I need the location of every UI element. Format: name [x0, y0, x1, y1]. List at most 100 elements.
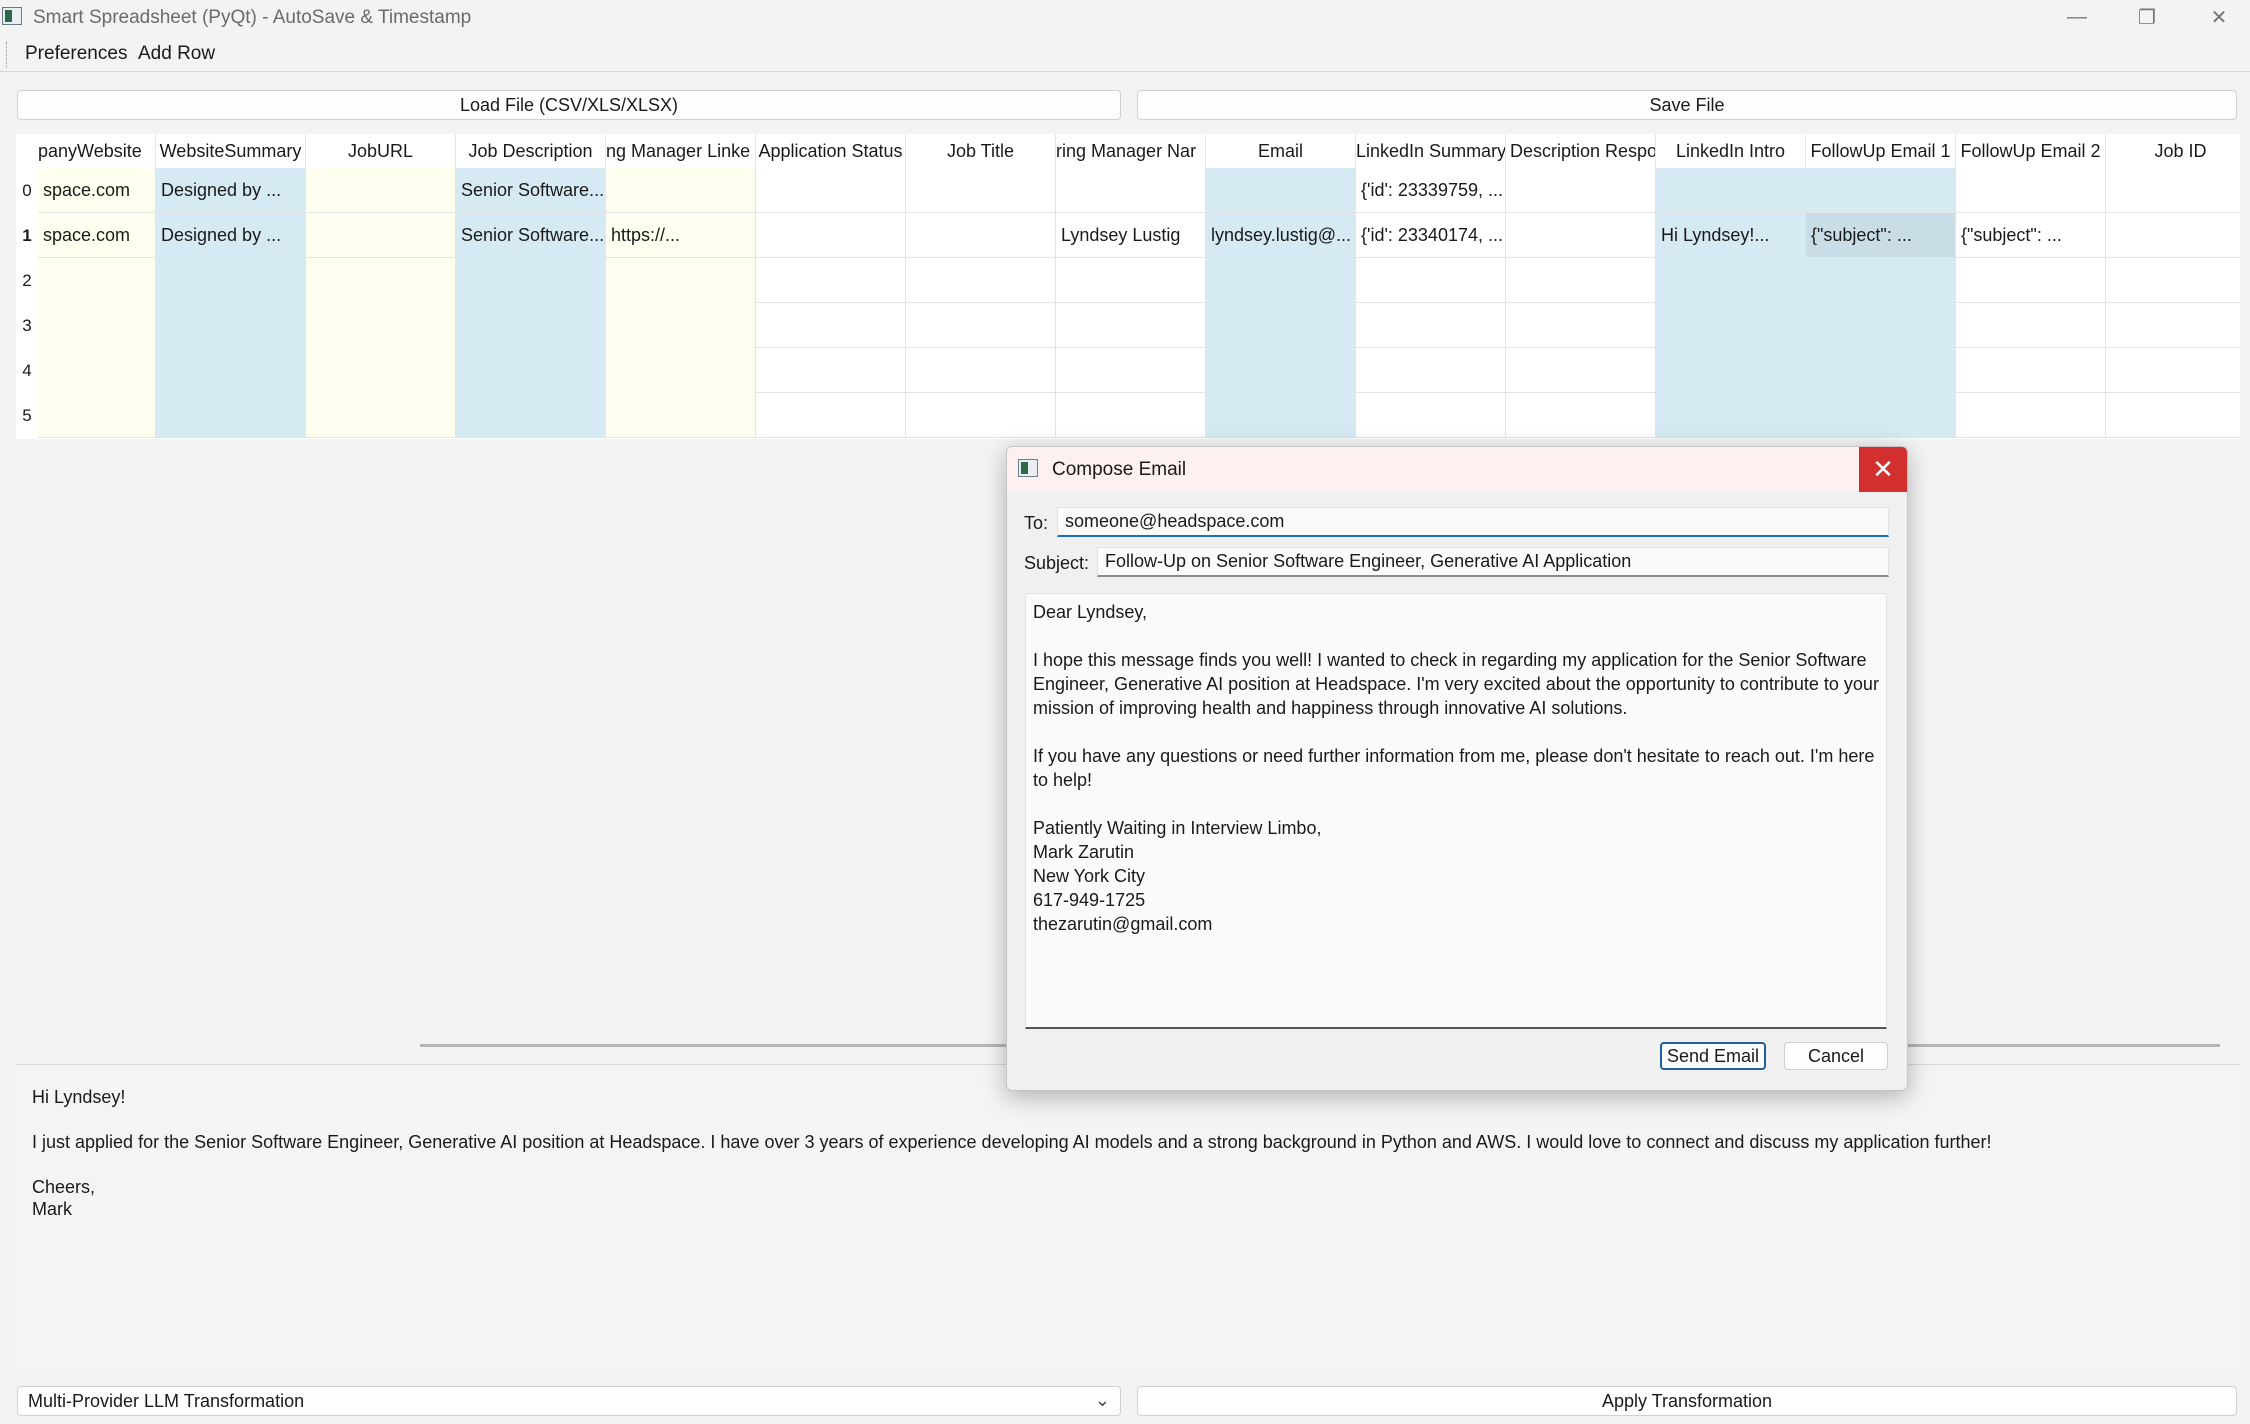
menu-preferences[interactable]: Preferences — [25, 43, 127, 65]
table-cell[interactable] — [756, 168, 906, 213]
table-cell[interactable] — [1806, 168, 1956, 213]
table-cell[interactable] — [1056, 168, 1206, 213]
empty-cell[interactable] — [2106, 393, 2240, 438]
empty-cell[interactable] — [1056, 393, 1206, 438]
empty-cells[interactable] — [306, 258, 456, 438]
table-cell[interactable] — [2106, 168, 2240, 213]
column-header[interactable]: panyWebsite — [38, 134, 156, 168]
apply-transformation-button[interactable]: Apply Transformation — [1137, 1386, 2237, 1416]
column-header[interactable]: Job ID — [2106, 134, 2240, 168]
empty-cells[interactable] — [456, 258, 606, 438]
close-icon[interactable]: ✕ — [1859, 447, 1907, 492]
row-header[interactable]: 3 — [16, 303, 38, 348]
empty-cell[interactable] — [1356, 258, 1506, 303]
row-header[interactable]: 2 — [16, 258, 38, 303]
table-cell[interactable] — [306, 213, 456, 258]
email-body-textarea[interactable]: Dear Lyndsey, I hope this message finds … — [1025, 593, 1887, 1029]
empty-cell[interactable] — [1056, 348, 1206, 393]
restore-icon[interactable]: ❐ — [2112, 0, 2182, 34]
table-cell[interactable]: space.com — [38, 168, 156, 213]
table-cell[interactable]: lyndsey.lustig@... — [1206, 213, 1356, 258]
column-header[interactable]: LinkedIn Summary — [1356, 134, 1506, 168]
table-cell[interactable] — [1656, 168, 1806, 213]
empty-cell[interactable] — [906, 303, 1056, 348]
table-cell[interactable] — [1506, 168, 1656, 213]
table-cell[interactable] — [906, 213, 1056, 258]
empty-cell[interactable] — [1956, 258, 2106, 303]
empty-cell[interactable] — [2106, 258, 2240, 303]
empty-cell[interactable] — [906, 348, 1056, 393]
to-field[interactable]: someone@headspace.com — [1057, 507, 1889, 537]
spreadsheet-table[interactable]: panyWebsite WebsiteSummary JobURL Job De… — [16, 134, 2240, 439]
table-cell[interactable] — [756, 213, 906, 258]
table-cell[interactable]: {'id': 23339759, ... — [1356, 168, 1506, 213]
empty-cell[interactable] — [1956, 348, 2106, 393]
column-header[interactable]: Application Status — [756, 134, 906, 168]
menu-add-row[interactable]: Add Row — [138, 43, 215, 65]
empty-cell[interactable] — [1356, 348, 1506, 393]
close-window-icon[interactable]: ✕ — [2184, 0, 2250, 34]
empty-cell[interactable] — [2106, 303, 2240, 348]
row-header[interactable]: 0 — [16, 168, 38, 213]
empty-cell[interactable] — [756, 303, 906, 348]
empty-cells[interactable] — [156, 258, 306, 438]
empty-cell[interactable] — [1956, 393, 2106, 438]
empty-cell[interactable] — [2106, 348, 2240, 393]
table-cell[interactable]: space.com — [38, 213, 156, 258]
empty-cell[interactable] — [756, 348, 906, 393]
empty-cell[interactable] — [1506, 393, 1656, 438]
empty-cell[interactable] — [1356, 393, 1506, 438]
empty-cell[interactable] — [756, 258, 906, 303]
column-header[interactable]: ring Manager Nar — [1056, 134, 1206, 168]
table-cell[interactable] — [1206, 168, 1356, 213]
table-cell[interactable] — [306, 168, 456, 213]
empty-cell[interactable] — [906, 258, 1056, 303]
column-header[interactable]: ng Manager Linke — [606, 134, 756, 168]
table-cell[interactable]: Designed by ... — [156, 213, 306, 258]
table-cell[interactable]: Senior Software... — [456, 168, 606, 213]
table-cell[interactable]: {"subject": ... — [1956, 213, 2106, 258]
table-cell[interactable]: Designed by ... — [156, 168, 306, 213]
transformation-select[interactable]: Multi-Provider LLM Transformation ⌄ — [17, 1386, 1121, 1416]
column-header[interactable]: FollowUp Email 2 — [1956, 134, 2106, 168]
empty-cell[interactable] — [1506, 348, 1656, 393]
send-email-button[interactable]: Send Email — [1660, 1042, 1766, 1070]
empty-cell[interactable] — [906, 393, 1056, 438]
table-cell[interactable] — [1956, 168, 2106, 213]
row-header[interactable]: 4 — [16, 348, 38, 393]
column-header[interactable]: WebsiteSummary — [156, 134, 306, 168]
column-header[interactable]: JobURL — [306, 134, 456, 168]
column-header[interactable]: Email — [1206, 134, 1356, 168]
empty-cells[interactable] — [1206, 258, 1356, 438]
table-cell[interactable]: Lyndsey Lustig — [1056, 213, 1206, 258]
minimize-icon[interactable]: — — [2042, 0, 2112, 34]
cell-preview-pane[interactable]: Hi Lyndsey! I just applied for the Senio… — [16, 1068, 2240, 1373]
table-cell-selected[interactable]: {"subject": ... — [1806, 213, 1956, 258]
table-cell[interactable]: {'id': 23340174, ... — [1356, 213, 1506, 258]
cancel-button[interactable]: Cancel — [1784, 1042, 1888, 1070]
empty-cells[interactable] — [1806, 258, 1956, 438]
empty-cell[interactable] — [1056, 258, 1206, 303]
table-cell[interactable]: https://... — [606, 213, 756, 258]
empty-cell[interactable] — [1506, 258, 1656, 303]
empty-cells[interactable] — [1656, 258, 1806, 438]
table-cell[interactable] — [1506, 213, 1656, 258]
table-cell[interactable]: Senior Software... — [456, 213, 606, 258]
row-header[interactable]: 1 — [16, 213, 38, 258]
table-cell[interactable] — [2106, 213, 2240, 258]
empty-cell[interactable] — [756, 393, 906, 438]
table-cell[interactable] — [606, 168, 756, 213]
subject-field[interactable]: Follow-Up on Senior Software Engineer, G… — [1097, 547, 1889, 577]
empty-cells[interactable] — [606, 258, 756, 438]
column-header[interactable]: LinkedIn Intro — [1656, 134, 1806, 168]
empty-cell[interactable] — [1956, 303, 2106, 348]
column-header[interactable]: Description Respo — [1506, 134, 1656, 168]
load-file-button[interactable]: Load File (CSV/XLS/XLSX) — [17, 90, 1121, 120]
column-header[interactable]: FollowUp Email 1 — [1806, 134, 1956, 168]
empty-cell[interactable] — [1056, 303, 1206, 348]
column-header[interactable]: Job Description — [456, 134, 606, 168]
empty-cell[interactable] — [1356, 303, 1506, 348]
empty-cells[interactable] — [38, 258, 156, 438]
save-file-button[interactable]: Save File — [1137, 90, 2237, 120]
table-cell[interactable]: Hi Lyndsey!... — [1656, 213, 1806, 258]
